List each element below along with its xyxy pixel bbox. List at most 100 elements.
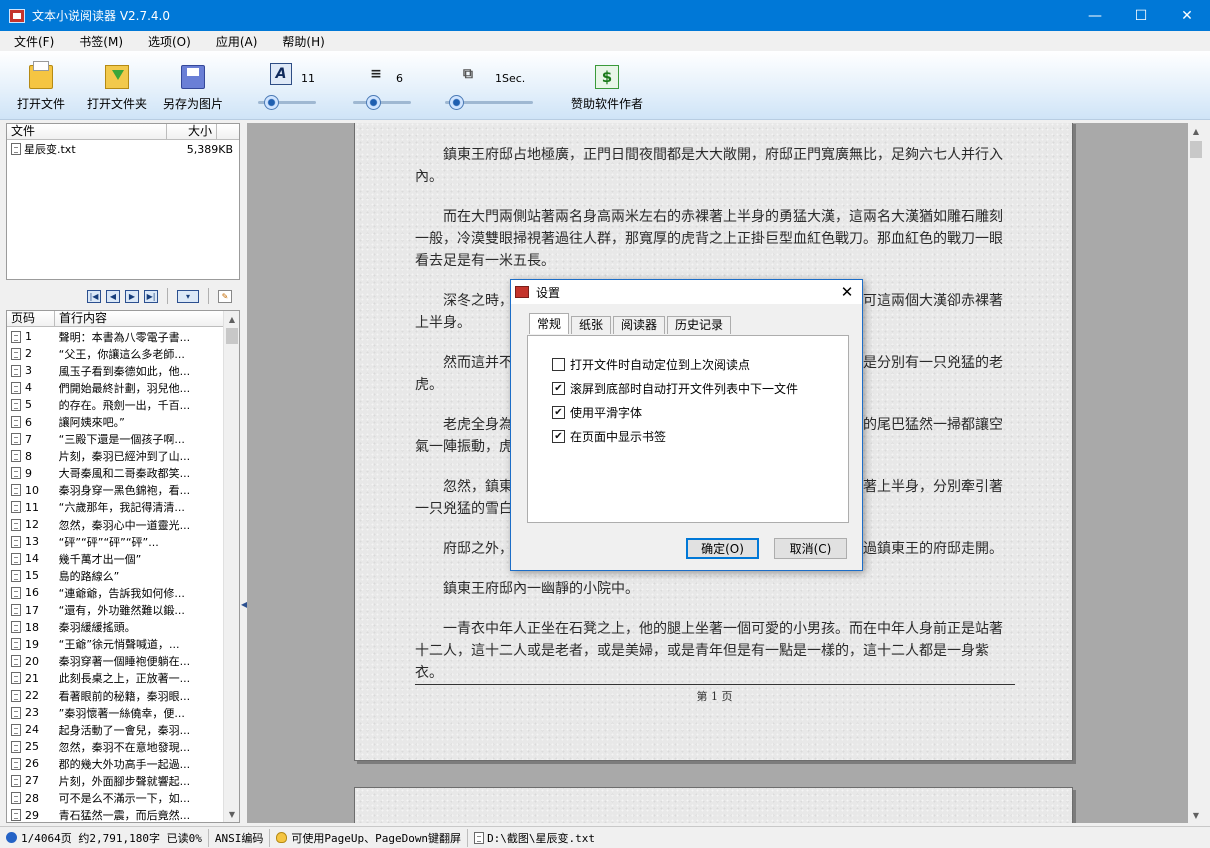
bookmark-menu-icon[interactable]: ▾: [177, 289, 199, 303]
list-item[interactable]: 29 青石猛然一震，而后竟然...: [7, 807, 225, 822]
scroll-up-icon[interactable]: ▲: [1188, 123, 1204, 139]
line-spacing-slider-track[interactable]: [353, 101, 411, 104]
edit-icon[interactable]: ✎: [218, 289, 232, 303]
first-line-cell: 秦羽身穿一黑色錦袍，看...: [58, 484, 191, 498]
window-controls: — ☐ ✕: [1072, 0, 1210, 31]
list-item[interactable]: 21 此刻長桌之上，正放著一...: [7, 670, 225, 687]
first-line-cell: 大哥秦風和二哥秦政都笑...: [58, 467, 191, 481]
maximize-icon[interactable]: ☐: [1118, 0, 1164, 31]
list-item[interactable]: 4 們開始最終計劃，羽兒他...: [7, 379, 225, 396]
list-item[interactable]: 23 ”秦羽懷著一絲僥幸，便...: [7, 704, 225, 721]
option-show-bookmarks[interactable]: ✔ 在页面中显示书签: [552, 428, 666, 445]
list-item[interactable]: 6 讓阿姨來吧。”: [7, 413, 225, 430]
next-page-icon[interactable]: ▶: [125, 289, 139, 303]
tab-reader[interactable]: 阅读器: [613, 316, 666, 334]
list-item[interactable]: 10 秦羽身穿一黑色錦袍，看...: [7, 482, 225, 499]
ok-button[interactable]: 确定(O): [686, 538, 759, 559]
scrollbar-thumb[interactable]: [1190, 141, 1202, 158]
tab-paper[interactable]: 纸张: [571, 316, 612, 334]
scroll-down-icon[interactable]: ▼: [224, 806, 239, 822]
open-folder-label: 打开文件夹: [87, 97, 148, 111]
checkbox[interactable]: ✔: [552, 406, 565, 419]
menu-options[interactable]: 选项(O): [134, 33, 202, 50]
checkbox[interactable]: ✔: [552, 382, 565, 395]
first-line-cell: “三殿下還是一個孩子啊...: [58, 433, 185, 447]
font-size-slider-thumb[interactable]: [264, 95, 280, 110]
list-item[interactable]: 24 起身活動了一會兒，秦羽...: [7, 721, 225, 738]
list-item[interactable]: 12 忽然，秦羽心中一道靈光...: [7, 516, 225, 533]
sponsor-button[interactable]: $ 赞助软件作者: [571, 65, 643, 112]
list-item[interactable]: 14 幾千萬才出一個”: [7, 550, 225, 567]
scroll-down-icon[interactable]: ▼: [1188, 807, 1204, 823]
list-item[interactable]: 7 “三殿下還是一個孩子啊...: [7, 431, 225, 448]
tab-history[interactable]: 历史记录: [667, 316, 732, 334]
option-smooth-font[interactable]: ✔ 使用平滑字体: [552, 404, 642, 421]
list-item[interactable]: 20 秦羽穿著一個睡袍便躺在...: [7, 653, 225, 670]
page-number-cell: 3: [25, 364, 32, 378]
list-item[interactable]: 8 片刻，秦羽已經沖到了山...: [7, 448, 225, 465]
list-item[interactable]: 9 大哥秦風和二哥秦政都笑...: [7, 465, 225, 482]
status-progress-text: 1/4064页 约2,791,180字 已读0%: [21, 831, 202, 845]
list-item[interactable]: 11 “六歲那年，我記得清清...: [7, 499, 225, 516]
menu-help[interactable]: 帮助(H): [268, 33, 335, 50]
page-icon: [11, 672, 21, 685]
app-icon: [9, 8, 25, 23]
option-restore-position[interactable]: 打开文件时自动定位到上次阅读点: [552, 356, 750, 373]
line-spacing-slider-thumb[interactable]: [365, 95, 381, 110]
list-item[interactable]: 18 秦羽緩緩搖頭。: [7, 619, 225, 636]
scroll-up-icon[interactable]: ▲: [224, 311, 239, 327]
first-page-icon[interactable]: |◀: [87, 289, 101, 303]
list-item[interactable]: 27 片刻，外面腳步聲就響起...: [7, 772, 225, 789]
first-line-column-header[interactable]: 首行内容: [55, 311, 225, 326]
list-item[interactable]: 17 “還有，外功雖然難以鍛...: [7, 602, 225, 619]
file-list-row[interactable]: 星辰变.txt 5,389KB: [7, 140, 239, 158]
first-line-cell: “還有，外功雖然難以鍛...: [58, 604, 185, 618]
list-item[interactable]: 19 “王爺”徐元悄聲喊道，...: [7, 636, 225, 653]
list-item[interactable]: 26 郡的幾大外功高手一起過...: [7, 755, 225, 772]
list-item[interactable]: 2 “父王，你讓這么多老師...: [7, 345, 225, 362]
page-number-cell: 23: [25, 706, 39, 720]
scrollbar-thumb[interactable]: [226, 328, 238, 344]
checkbox[interactable]: [552, 358, 565, 371]
previous-page-icon[interactable]: ◀: [106, 289, 120, 303]
tab-general[interactable]: 常规: [529, 313, 570, 334]
collapse-panel-icon[interactable]: ◀: [241, 600, 247, 609]
list-item[interactable]: 13 “砰”“砰”“砰”“砰”...: [7, 533, 225, 550]
menu-bookmarks[interactable]: 书签(M): [65, 33, 134, 50]
first-line-cell: “六歲那年，我記得清清...: [58, 501, 185, 515]
list-item[interactable]: 5 的存在。飛劍一出，千百...: [7, 396, 225, 413]
page-timer-slider-thumb[interactable]: [448, 95, 464, 110]
file-size-column-header[interactable]: 大小: [167, 124, 217, 139]
close-icon[interactable]: ✕: [1164, 0, 1210, 31]
open-file-button[interactable]: 打开文件: [17, 61, 65, 112]
page-column-header[interactable]: 页码: [7, 311, 55, 326]
page-number-cell: 4: [25, 381, 32, 395]
menu-file[interactable]: 文件(F): [0, 33, 65, 50]
reader-scrollbar[interactable]: ▲ ▼: [1188, 123, 1204, 823]
list-item[interactable]: 16 “連爺爺，告訴我如何修...: [7, 584, 225, 601]
open-folder-button[interactable]: 打开文件夹: [87, 65, 147, 112]
list-item[interactable]: 15 島的路線么”: [7, 567, 225, 584]
page-icon: [11, 706, 21, 719]
last-page-icon[interactable]: ▶|: [144, 289, 158, 303]
menu-apps[interactable]: 应用(A): [202, 33, 269, 50]
dollar-icon: $: [595, 65, 619, 89]
bookmark-list-scrollbar[interactable]: ▲ ▼: [223, 311, 239, 822]
option-auto-open-next[interactable]: ✔ 滚屏到底部时自动打开文件列表中下一文件: [552, 380, 798, 397]
paragraph: 鎮東王府邸內一幽靜的小院中。: [443, 581, 639, 597]
list-item[interactable]: 28 可不是么不滿示一下，如...: [7, 790, 225, 807]
checkbox[interactable]: ✔: [552, 430, 565, 443]
file-name-column-header[interactable]: 文件: [7, 124, 167, 139]
minimize-icon[interactable]: —: [1072, 0, 1118, 31]
settings-dialog-body: 常规 纸张 阅读器 历史记录 打开文件时自动定位到上次阅读点 ✔ 滚屏到底部时自…: [517, 304, 856, 566]
paragraph: 一青衣中年人正坐在石凳之上，他的腿上坐著一個可愛的小男孩。而在中年人身前正是站著…: [415, 621, 1003, 681]
cancel-button[interactable]: 取消(C): [774, 538, 847, 559]
list-item[interactable]: 25 忽然，秦羽不在意地發現...: [7, 738, 225, 755]
list-item[interactable]: 3 風玉子看到秦德如此，他...: [7, 362, 225, 379]
list-item[interactable]: 22 看著眼前的秘籍，秦羽眼...: [7, 687, 225, 704]
close-icon[interactable]: ✕: [832, 283, 862, 301]
page-icon: [11, 330, 21, 343]
save-as-image-button[interactable]: 另存为图片: [163, 65, 223, 112]
list-item[interactable]: 1 聲明：本書為八零電子書...: [7, 328, 225, 345]
page-icon: [11, 655, 21, 668]
